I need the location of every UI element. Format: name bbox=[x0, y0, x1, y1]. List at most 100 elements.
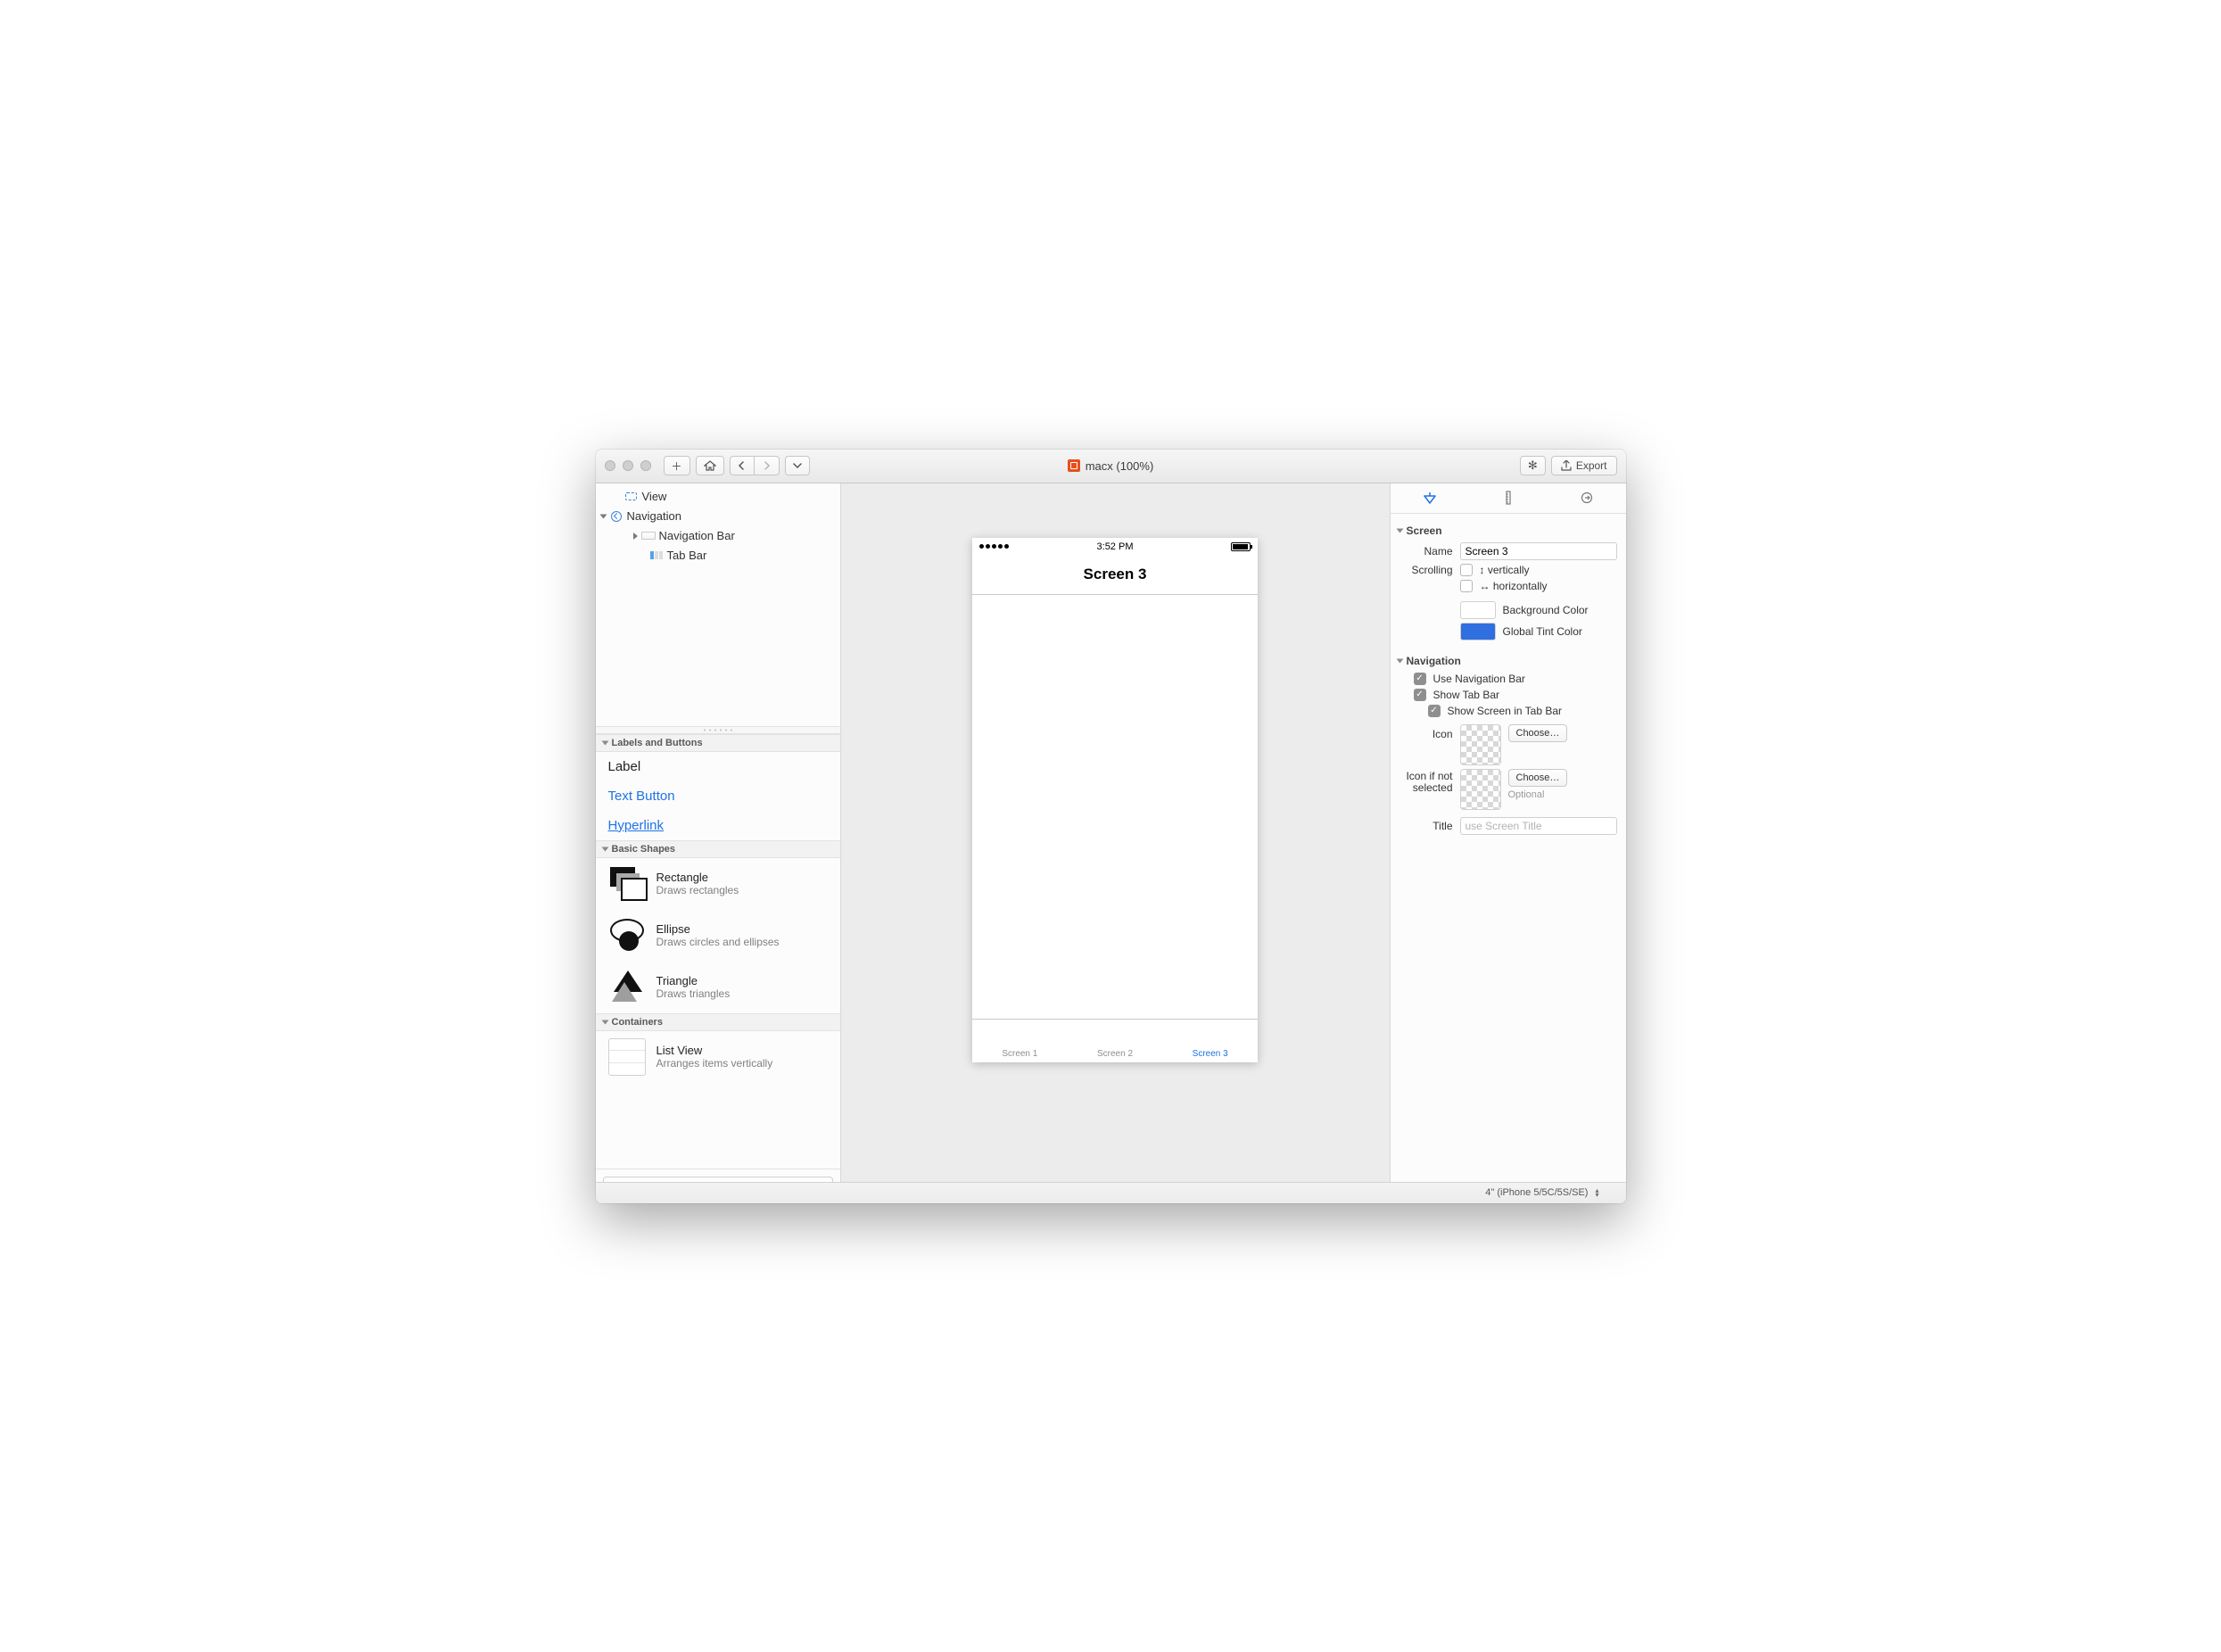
lib-section-label: Labels and Buttons bbox=[612, 738, 703, 748]
choose-icon-ns-button[interactable]: Choose… bbox=[1508, 769, 1568, 787]
tab-title-input[interactable] bbox=[1460, 817, 1617, 835]
outline-tabbar[interactable]: Tab Bar bbox=[596, 546, 840, 566]
screen-name-input[interactable] bbox=[1460, 542, 1617, 560]
split-handle[interactable] bbox=[596, 726, 840, 734]
lib-section-label: Containers bbox=[612, 1017, 663, 1028]
status-bar: 3:52 PM bbox=[972, 538, 1258, 556]
window-title-text: macx (100%) bbox=[1086, 459, 1154, 473]
tabbar-icon bbox=[650, 551, 663, 559]
left-sidebar: View Navigation Navigation Bar Tab Bar bbox=[596, 483, 841, 1203]
close-dot[interactable] bbox=[605, 460, 615, 471]
device-stepper-icon[interactable]: ▴▾ bbox=[1595, 1188, 1598, 1197]
phone-preview: 3:52 PM Screen 3 Screen 1 Screen 2 Scree… bbox=[972, 538, 1258, 1062]
lib-item-hyperlink[interactable]: Hyperlink bbox=[596, 811, 840, 840]
add-button[interactable]: ＋ bbox=[664, 456, 690, 475]
use-navbar-label: Use Navigation Bar bbox=[1433, 673, 1525, 685]
inspector: Screen Name Scrolling ↕ vertically ↔ hor… bbox=[1390, 483, 1626, 1203]
disclosure-icon bbox=[1396, 658, 1403, 663]
nav-group bbox=[730, 456, 780, 475]
screen-section-header[interactable]: Screen bbox=[1398, 525, 1617, 537]
use-navbar-checkbox[interactable] bbox=[1414, 673, 1426, 685]
optional-hint: Optional bbox=[1508, 789, 1568, 800]
phone-navbar: Screen 3 bbox=[972, 556, 1258, 595]
icon-ns-label: Icon if notselected bbox=[1398, 769, 1453, 794]
export-button[interactable]: Export bbox=[1551, 456, 1617, 475]
titlebar: ＋ macx (100%) Export bbox=[596, 450, 1626, 483]
shape-desc: Arranges items vertically bbox=[656, 1057, 773, 1070]
disclosure-icon bbox=[601, 740, 608, 745]
export-label: Export bbox=[1576, 459, 1607, 472]
navigation-icon bbox=[611, 511, 622, 522]
title-label: Title bbox=[1398, 820, 1453, 832]
device-selector[interactable]: 4" (iPhone 5/5C/5S/SE) bbox=[1485, 1187, 1588, 1198]
home-button[interactable] bbox=[696, 456, 724, 475]
tint-swatch[interactable] bbox=[1460, 623, 1496, 640]
forward-button[interactable] bbox=[755, 456, 780, 475]
zoom-dot[interactable] bbox=[640, 460, 651, 471]
lib-item-label[interactable]: Label bbox=[596, 752, 840, 781]
show-tabbar-checkbox[interactable] bbox=[1414, 689, 1426, 701]
outline-tabbar-label: Tab Bar bbox=[667, 549, 707, 562]
lib-section-labels[interactable]: Labels and Buttons bbox=[596, 734, 840, 752]
disclosure-icon[interactable] bbox=[633, 533, 638, 540]
show-tabbar-label: Show Tab Bar bbox=[1433, 689, 1500, 701]
triangle-icon bbox=[608, 969, 646, 1006]
phone-body bbox=[972, 595, 1258, 1019]
disclosure-icon bbox=[1396, 528, 1403, 533]
phone-navtitle: Screen 3 bbox=[1084, 566, 1147, 583]
lib-item-textbutton[interactable]: Text Button bbox=[596, 781, 840, 811]
lib-item-triangle[interactable]: Triangle Draws triangles bbox=[596, 962, 840, 1013]
outline-navigation-label: Navigation bbox=[627, 509, 681, 523]
disclosure-icon bbox=[601, 847, 608, 851]
show-in-tabbar-checkbox[interactable] bbox=[1428, 705, 1441, 717]
settings-button[interactable] bbox=[1520, 456, 1546, 475]
document-icon bbox=[1068, 459, 1080, 472]
phone-tab-1[interactable]: Screen 1 bbox=[972, 1020, 1068, 1062]
outline-navigation[interactable]: Navigation bbox=[596, 507, 840, 526]
inspector-tab-actions[interactable] bbox=[1548, 483, 1626, 513]
shape-title: Triangle bbox=[656, 974, 731, 987]
battery-icon bbox=[1231, 542, 1251, 551]
back-button[interactable] bbox=[730, 456, 755, 475]
shape-title: List View bbox=[656, 1044, 773, 1057]
lib-item-rectangle[interactable]: Rectangle Draws rectangles bbox=[596, 858, 840, 910]
recents-button[interactable] bbox=[785, 456, 810, 475]
name-label: Name bbox=[1398, 545, 1453, 558]
lib-section-shapes[interactable]: Basic Shapes bbox=[596, 840, 840, 858]
bgcolor-swatch[interactable] bbox=[1460, 601, 1496, 619]
outline-navbar-label: Navigation Bar bbox=[659, 529, 735, 542]
window-controls bbox=[605, 460, 651, 471]
inspector-tab-properties[interactable] bbox=[1391, 483, 1469, 513]
listview-icon bbox=[608, 1038, 646, 1076]
minimize-dot[interactable] bbox=[623, 460, 633, 471]
choose-icon-button[interactable]: Choose… bbox=[1508, 724, 1568, 742]
canvas[interactable]: 3:52 PM Screen 3 Screen 1 Screen 2 Scree… bbox=[841, 483, 1390, 1203]
lib-section-containers[interactable]: Containers bbox=[596, 1013, 840, 1031]
shape-title: Ellipse bbox=[656, 922, 780, 936]
shape-desc: Draws triangles bbox=[656, 987, 731, 1000]
phone-tabbar: Screen 1 Screen 2 Screen 3 bbox=[972, 1019, 1258, 1062]
bgcolor-label: Background Color bbox=[1503, 604, 1589, 616]
vertical-checkbox[interactable] bbox=[1460, 564, 1473, 576]
lib-item-listview[interactable]: List View Arranges items vertically bbox=[596, 1031, 840, 1083]
navbar-icon bbox=[641, 532, 656, 540]
shape-desc: Draws rectangles bbox=[656, 884, 739, 896]
shape-desc: Draws circles and ellipses bbox=[656, 936, 780, 948]
tint-label: Global Tint Color bbox=[1503, 625, 1582, 638]
phone-tab-2[interactable]: Screen 2 bbox=[1068, 1020, 1163, 1062]
phone-tab-3[interactable]: Screen 3 bbox=[1162, 1020, 1258, 1062]
icon-ns-well[interactable] bbox=[1460, 769, 1501, 810]
icon-well[interactable] bbox=[1460, 724, 1501, 765]
nav-section-header[interactable]: Navigation bbox=[1398, 655, 1617, 667]
rectangle-icon bbox=[608, 865, 646, 903]
icon-label: Icon bbox=[1398, 724, 1453, 740]
disclosure-icon bbox=[601, 1020, 608, 1024]
outline-view-label: View bbox=[642, 490, 667, 503]
inspector-tabs bbox=[1391, 483, 1626, 514]
inspector-tab-ruler[interactable] bbox=[1469, 483, 1548, 513]
outline-navbar[interactable]: Navigation Bar bbox=[596, 526, 840, 546]
outline-view[interactable]: View bbox=[596, 487, 840, 507]
disclosure-icon[interactable] bbox=[599, 514, 607, 518]
horizontal-checkbox[interactable] bbox=[1460, 580, 1473, 592]
lib-item-ellipse[interactable]: Ellipse Draws circles and ellipses bbox=[596, 910, 840, 962]
